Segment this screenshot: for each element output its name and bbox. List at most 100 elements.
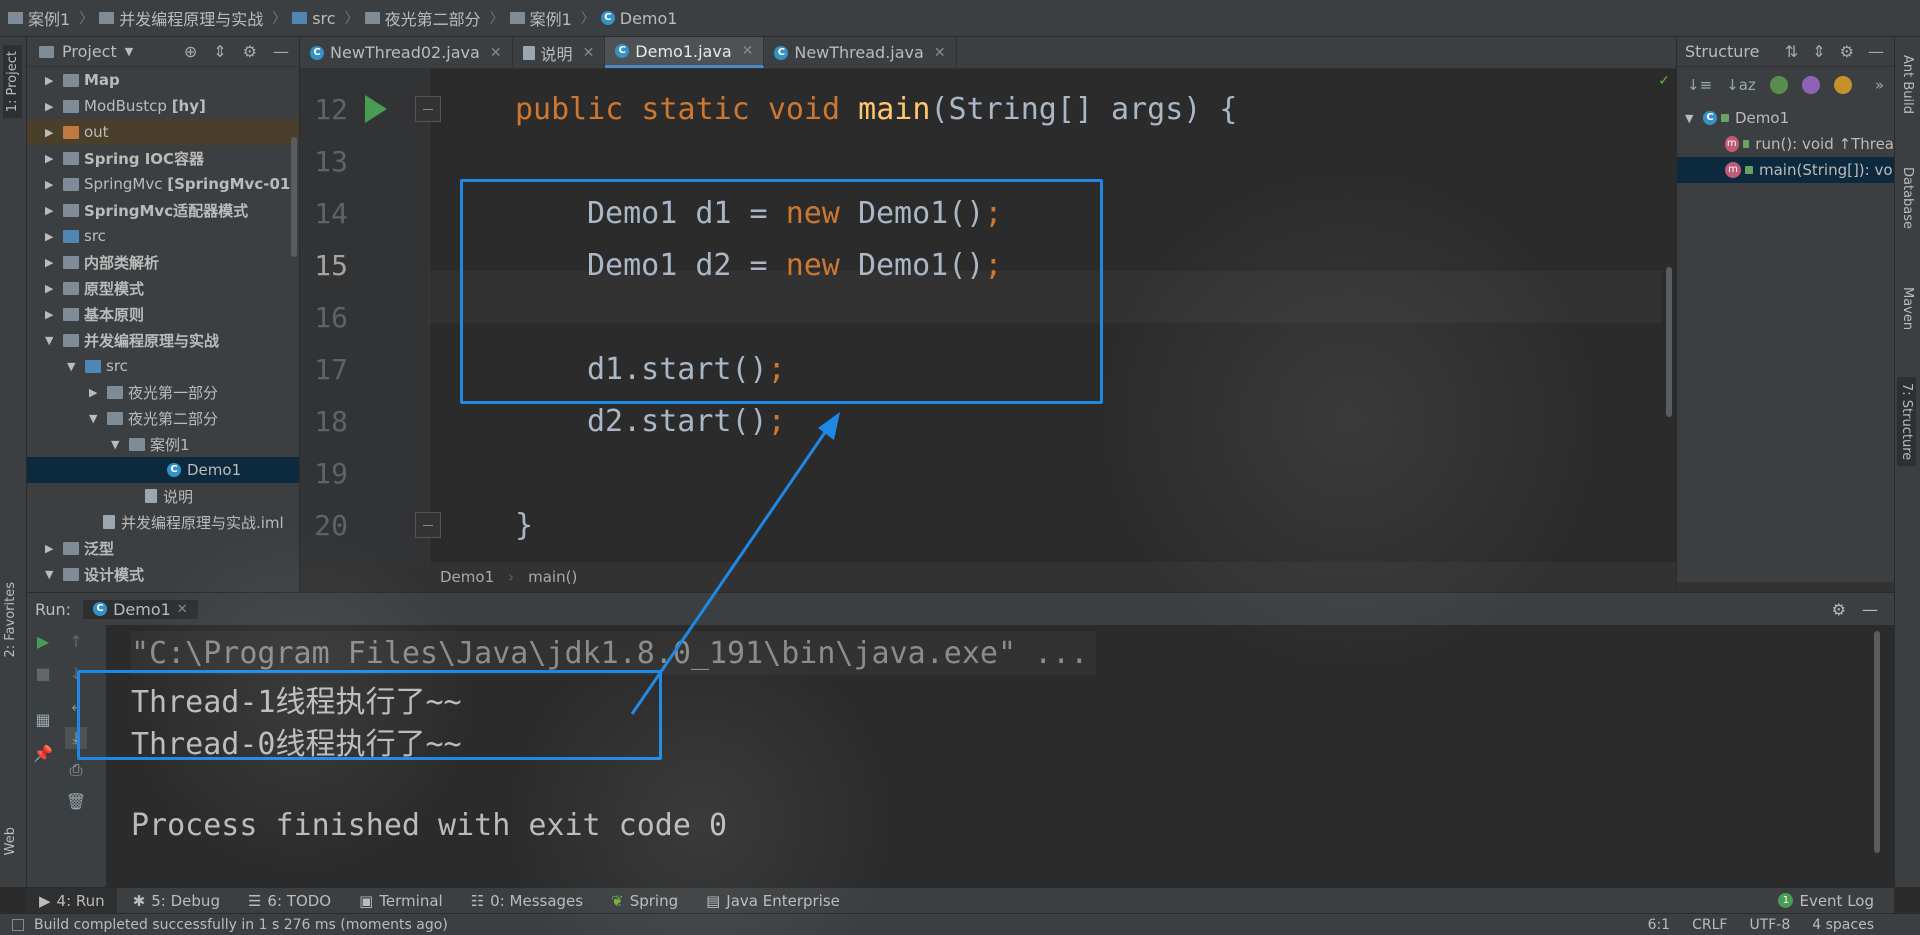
run-console[interactable]: "C:\Program Files\Java\jdk1.8.0_191\bin\…	[77, 625, 1894, 887]
chevron-right-icon[interactable]: ▶	[45, 100, 59, 113]
structure-item-run[interactable]: m run(): void ↑Threa	[1677, 131, 1894, 157]
tree-item-iml[interactable]: 并发编程原理与实战.iml	[27, 509, 299, 535]
run-tab-demo1[interactable]: C Demo1 ✕	[83, 599, 198, 619]
close-icon[interactable]: ✕	[934, 45, 946, 61]
chevron-right-icon[interactable]: ▶	[45, 204, 59, 217]
tree-item-case1[interactable]: ▼ 案例1	[27, 431, 299, 457]
code-line-13[interactable]: 13	[300, 135, 348, 187]
tree-item-spring-ioc[interactable]: ▶ Spring IOC容器	[27, 145, 299, 171]
tool-messages[interactable]: ☷ 0: Messages	[459, 888, 595, 914]
code-line-12[interactable]: 12 public static void main(String[] args…	[300, 83, 1237, 135]
code-line-16[interactable]: 16	[300, 291, 348, 343]
chevron-right-icon[interactable]: ▶	[45, 230, 59, 243]
gear-icon[interactable]: ⚙	[243, 42, 257, 61]
project-scrollbar[interactable]	[291, 137, 297, 257]
minimize-icon[interactable]: —	[1862, 600, 1878, 619]
code-line-15[interactable]: 15 Demo1 d2 = new Demo1();	[300, 239, 1002, 291]
status-message[interactable]: Build completed successfully in 1 s 276 …	[34, 917, 448, 933]
collapse-all-icon[interactable]: ⇕	[213, 42, 226, 61]
chevron-right-icon[interactable]: ▶	[45, 256, 59, 269]
tree-item-part-two[interactable]: ▼ 夜光第二部分	[27, 405, 299, 431]
sort-icon[interactable]: ⇅	[1785, 42, 1798, 61]
status-line-separator[interactable]: CRLF	[1692, 917, 1727, 933]
more-icon[interactable]: »	[1875, 76, 1894, 94]
close-icon[interactable]: ✕	[490, 45, 502, 61]
print-icon[interactable]: ⎙	[65, 759, 87, 781]
editor-crumb-class[interactable]: Demo1	[440, 568, 494, 586]
tab-readme[interactable]: 说明 ✕	[513, 37, 606, 68]
tab-maven[interactable]: Maven	[1900, 287, 1915, 330]
tab-structure-tool[interactable]: 7: Structure	[1897, 377, 1916, 467]
fold-icon[interactable]	[415, 96, 441, 122]
tree-item-prototype[interactable]: ▶ 原型模式	[27, 275, 299, 301]
chevron-right-icon[interactable]: ▶	[45, 126, 59, 139]
tab-demo1[interactable]: C Demo1.java ✕	[605, 37, 765, 68]
tree-item-src-folder[interactable]: ▼ src	[27, 353, 299, 379]
tab-favorites-tool[interactable]: 2: Favorites	[3, 582, 18, 658]
breadcrumb-item[interactable]: src 〉	[292, 8, 359, 28]
structure-hscroll[interactable]	[1677, 582, 1894, 592]
tree-item-out[interactable]: ▶ out	[27, 119, 299, 145]
tree-item-springmvc[interactable]: ▶ SpringMvc [SpringMvc-01]	[27, 171, 299, 197]
breadcrumb-item[interactable]: 并发编程原理与实战〉	[99, 6, 286, 30]
tree-item-demo1[interactable]: C Demo1	[27, 457, 299, 483]
close-icon[interactable]: ✕	[177, 602, 188, 617]
tab-web-tool[interactable]: Web	[3, 827, 18, 855]
sort-alpha-icon[interactable]: ↓az	[1726, 76, 1756, 94]
pin-icon[interactable]: 📌	[32, 743, 54, 765]
gear-icon[interactable]: ⚙	[1832, 600, 1846, 619]
chevron-right-icon[interactable]: ▶	[45, 308, 59, 321]
editor-scrollbar[interactable]	[1666, 267, 1672, 417]
tree-item-principles[interactable]: ▶ 基本原则	[27, 301, 299, 327]
status-encoding[interactable]: UTF-8	[1749, 917, 1790, 933]
show-properties-icon[interactable]	[1801, 76, 1820, 94]
chevron-right-icon[interactable]: ▶	[45, 74, 59, 87]
arrow-up-icon[interactable]: ↑	[65, 631, 87, 653]
run-gutter-icon[interactable]	[365, 95, 387, 123]
close-icon[interactable]: ✕	[742, 43, 754, 59]
collapse-all-icon[interactable]: ⇕	[1812, 42, 1825, 61]
sort-by-visibility-icon[interactable]: ↓≡	[1687, 76, 1712, 94]
tab-ant-build[interactable]: Ant Build	[1900, 55, 1915, 114]
locate-icon[interactable]: ⊕	[184, 42, 197, 61]
chevron-right-icon[interactable]: ▶	[45, 282, 59, 295]
tab-database[interactable]: Database	[1900, 167, 1915, 229]
code-line-17[interactable]: 17 d1.start();	[300, 343, 785, 395]
editor-crumb-method[interactable]: main()	[528, 568, 577, 586]
breadcrumb-item[interactable]: 案例1 〉	[509, 6, 595, 30]
chevron-down-icon[interactable]: ▼	[45, 334, 59, 347]
code-line-18[interactable]: 18 d2.start();	[300, 395, 785, 447]
chevron-down-icon[interactable]: ▼	[67, 360, 81, 373]
tree-item-springmvc-adapter[interactable]: ▶ SpringMvc适配器模式	[27, 197, 299, 223]
stop-icon[interactable]: ■	[32, 663, 54, 685]
status-indent[interactable]: 4 spaces	[1812, 917, 1874, 933]
chevron-down-icon[interactable]: ▼	[1685, 112, 1703, 125]
chevron-down-icon[interactable]: ▼	[111, 438, 125, 451]
close-icon[interactable]: ✕	[583, 45, 595, 61]
status-icon[interactable]	[12, 918, 24, 931]
tree-item-map[interactable]: ▶ Map	[27, 67, 299, 93]
breadcrumb-item[interactable]: 案例1 〉	[8, 6, 93, 30]
trash-icon[interactable]: 🗑	[65, 791, 87, 813]
layout-icon[interactable]: ▦	[32, 709, 54, 731]
tree-item-generics[interactable]: ▶ 泛型	[27, 535, 299, 561]
chevron-right-icon[interactable]: ▶	[45, 152, 59, 165]
tab-newthread02[interactable]: C NewThread02.java ✕	[300, 37, 513, 68]
minimize-icon[interactable]: —	[273, 42, 289, 61]
status-position[interactable]: 6:1	[1648, 917, 1671, 933]
tree-item-src[interactable]: ▶ src	[27, 223, 299, 249]
tool-debug[interactable]: ✱ 5: Debug	[121, 888, 232, 914]
tool-run[interactable]: ▶ 4: Run	[27, 887, 117, 914]
tree-item-readme[interactable]: 说明	[27, 483, 299, 509]
breadcrumb-item[interactable]: C Demo1	[600, 9, 677, 28]
tree-item-design-patterns[interactable]: ▼ 设计模式	[27, 561, 299, 587]
chevron-down-icon[interactable]: ▼	[45, 568, 59, 581]
chevron-right-icon[interactable]: ▶	[45, 542, 59, 555]
chevron-down-icon[interactable]: ▼	[125, 45, 133, 58]
code-line-19[interactable]: 19	[300, 447, 348, 499]
tab-project-tool[interactable]: 1: Project	[3, 45, 22, 119]
tab-newthread[interactable]: C NewThread.java ✕	[764, 37, 957, 68]
console-scrollbar[interactable]	[1874, 631, 1880, 853]
rerun-icon[interactable]: ▶	[32, 631, 54, 653]
show-fields-icon[interactable]	[1833, 76, 1852, 94]
